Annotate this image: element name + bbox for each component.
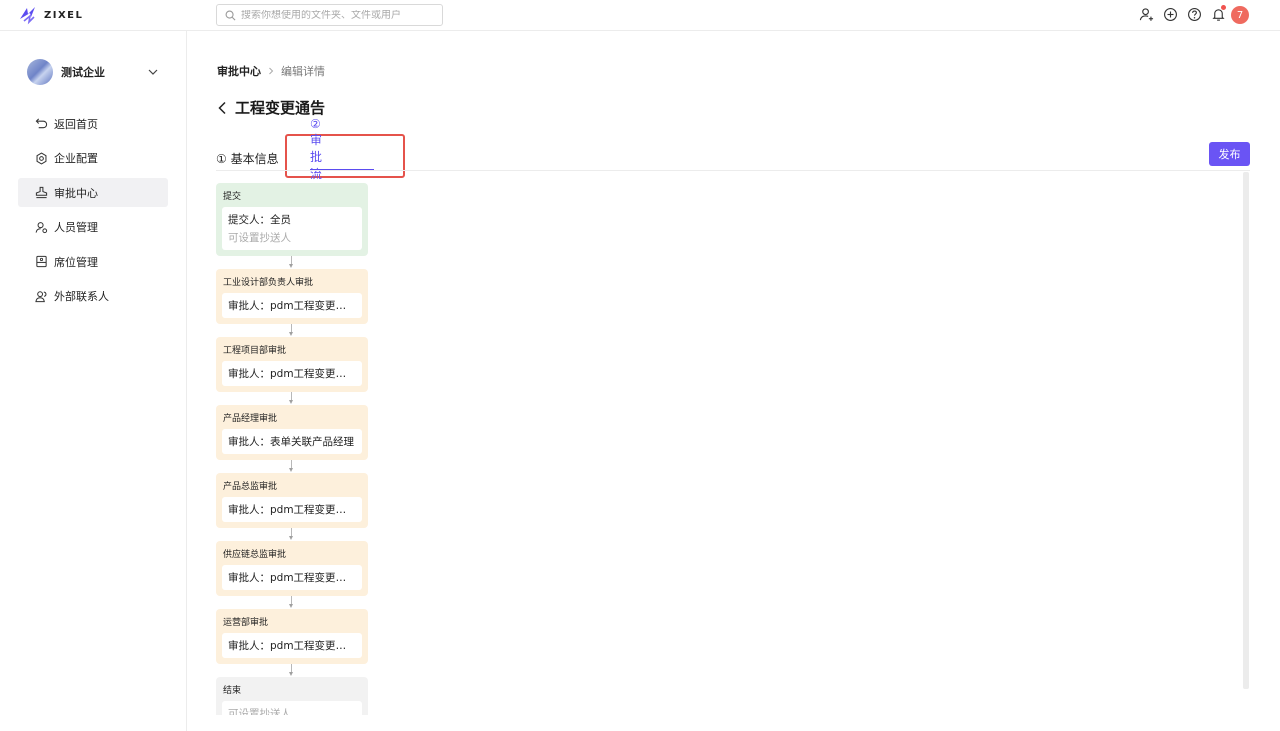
user-manage-icon	[35, 221, 48, 234]
logo-text: ZIXEL	[44, 9, 84, 21]
tabs: ① 基本信息 ② 审批流程	[216, 117, 405, 198]
search-icon	[225, 10, 236, 20]
breadcrumb-current: 编辑详情	[281, 65, 325, 78]
tab-approval-flow[interactable]: ② 审批流程	[310, 117, 322, 198]
chevron-right-icon	[269, 67, 274, 75]
logo[interactable]: ZIXEL	[18, 5, 83, 25]
node-card[interactable]: 审批人：pdm工程变更流…	[222, 497, 362, 522]
sidebar-item-staff-management[interactable]: 人员管理	[18, 213, 168, 242]
flow-connector	[216, 256, 368, 269]
contacts-icon	[35, 290, 48, 303]
top-actions	[1138, 5, 1226, 22]
search-input[interactable]	[241, 9, 431, 21]
stamp-icon	[35, 186, 48, 199]
node-line: 审批人：表单关联产品经理	[228, 436, 354, 448]
node-title: 工业设计部负责人审批	[223, 278, 314, 288]
top-bar: ZIXEL 搜索你想使用的文件夹、文件或用户 7	[0, 0, 1280, 31]
zixel-logo-icon	[20, 7, 35, 25]
node-card[interactable]: 审批人：表单关联产品经理	[222, 429, 362, 454]
org-name: 测试企业	[61, 66, 105, 79]
flow-node-approval[interactable]: 运营部审批 审批人：pdm工程变更流…	[216, 609, 368, 664]
node-sub: 可设置抄送人	[228, 232, 291, 244]
bell-icon[interactable]	[1210, 5, 1226, 22]
sidebar-item-label: 审批中心	[54, 186, 98, 200]
flow-node-approval[interactable]: 供应链总监审批 审批人：pdm工程变更流…	[216, 541, 368, 596]
sidebar-item-label: 席位管理	[54, 255, 98, 269]
flow-node-approval[interactable]: 产品总监审批 审批人：pdm工程变更流…	[216, 473, 368, 528]
notification-dot	[1221, 5, 1226, 10]
gear-icon	[35, 152, 48, 165]
node-card[interactable]: 审批人：pdm工程变更流…	[222, 565, 362, 590]
help-icon[interactable]	[1186, 6, 1202, 22]
flow-connector	[216, 596, 368, 609]
node-title: 供应链总监审批	[223, 550, 287, 560]
tab-basic-info[interactable]: ① 基本信息	[216, 146, 279, 170]
node-line: 审批人：pdm工程变更流…	[228, 368, 356, 380]
publish-button[interactable]: 发布	[1209, 142, 1250, 166]
flow-connector	[216, 528, 368, 541]
sidebar-item-external-contacts[interactable]: 外部联系人	[18, 282, 168, 311]
node-title: 运营部审批	[223, 618, 269, 628]
sidebar: 测试企业 返回首页 企业配置 审批中心 人员管理 席位管理 外部联系人	[0, 31, 187, 731]
flow-connector	[216, 324, 368, 337]
breadcrumb-root[interactable]: 审批中心	[217, 63, 261, 79]
sidebar-item-label: 外部联系人	[54, 290, 109, 304]
org-avatar	[27, 59, 53, 85]
sidebar-item-label: 人员管理	[54, 221, 98, 235]
user-avatar[interactable]: 7	[1231, 6, 1249, 24]
flow-node-submit[interactable]: 提交 提交人：全员 可设置抄送人	[216, 183, 368, 256]
flow-connector	[216, 392, 368, 405]
org-switcher[interactable]: 测试企业	[27, 59, 167, 85]
page-title: 工程变更通告	[217, 97, 325, 118]
sidebar-item-label: 返回首页	[54, 117, 98, 131]
return-icon	[35, 117, 48, 130]
approval-flow: 提交 提交人：全员 可设置抄送人 工业设计部负责人审批 审批人：pdm工程变更流…	[216, 183, 368, 715]
seat-icon	[35, 255, 48, 268]
flow-node-approval[interactable]: 工业设计部负责人审批 审批人：pdm工程变更流…	[216, 269, 368, 324]
flow-node-end[interactable]: 结束 可设置抄送人	[216, 677, 368, 715]
node-card[interactable]: 审批人：pdm工程变更流…	[222, 293, 362, 318]
node-line: 审批人：pdm工程变更流…	[228, 640, 356, 652]
tab-highlight-box	[285, 134, 405, 178]
sidebar-item-approval-center[interactable]: 审批中心	[18, 178, 168, 208]
node-sub: 可设置抄送人	[228, 708, 291, 715]
search-box[interactable]	[216, 4, 443, 26]
node-title: 结束	[223, 686, 242, 696]
flow-node-approval[interactable]: 产品经理审批 审批人：表单关联产品经理	[216, 405, 368, 460]
flow-node-approval[interactable]: 工程项目部审批 审批人：pdm工程变更流…	[216, 337, 368, 392]
node-card[interactable]: 审批人：pdm工程变更流…	[222, 361, 362, 386]
back-chevron-icon[interactable]	[217, 101, 227, 115]
add-user-icon[interactable]	[1138, 6, 1154, 22]
node-title: 提交	[223, 192, 242, 202]
node-card[interactable]: 提交人：全员 可设置抄送人	[222, 207, 362, 250]
sidebar-item-enterprise-config[interactable]: 企业配置	[18, 144, 168, 173]
sidebar-item-home[interactable]: 返回首页	[18, 109, 168, 138]
node-line: 审批人：pdm工程变更流…	[228, 572, 356, 584]
node-line: 审批人：pdm工程变更流…	[228, 504, 356, 516]
node-line: 审批人：pdm工程变更流…	[228, 300, 356, 312]
plus-circle-icon[interactable]	[1162, 6, 1178, 22]
chevron-down-icon[interactable]	[147, 66, 159, 78]
node-line: 提交人：全员	[228, 214, 291, 226]
page-title-text: 工程变更通告	[235, 99, 326, 117]
sidebar-item-seat-management[interactable]: 席位管理	[18, 247, 168, 276]
node-title: 产品经理审批	[223, 414, 278, 424]
flow-connector	[216, 664, 368, 677]
node-card[interactable]: 可设置抄送人	[222, 701, 362, 715]
sidebar-nav: 返回首页 企业配置 审批中心 人员管理 席位管理 外部联系人	[18, 109, 168, 317]
node-title: 产品总监审批	[223, 482, 278, 492]
flow-connector	[216, 460, 368, 473]
tab-divider	[216, 170, 1250, 171]
breadcrumb: 审批中心 编辑详情	[217, 63, 325, 79]
sidebar-item-label: 企业配置	[54, 152, 98, 166]
node-title: 工程项目部审批	[223, 346, 287, 356]
scrollbar[interactable]	[1243, 172, 1249, 689]
node-card[interactable]: 审批人：pdm工程变更流…	[222, 633, 362, 658]
